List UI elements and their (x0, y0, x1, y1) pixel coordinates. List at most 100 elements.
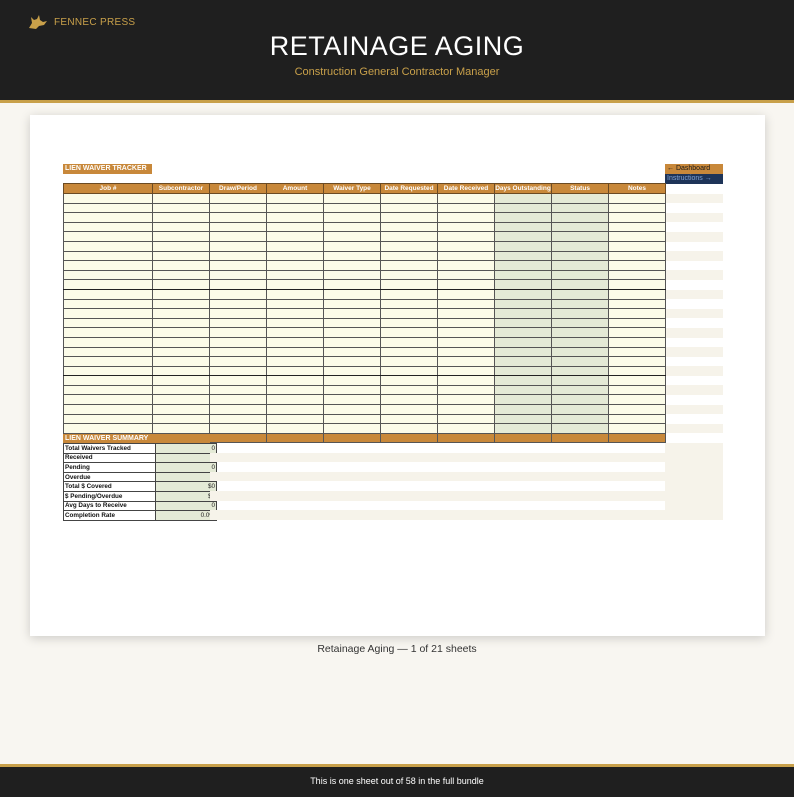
table-cell[interactable] (608, 288, 666, 300)
table-cell[interactable] (380, 317, 438, 329)
table-cell[interactable] (380, 298, 438, 310)
table-cell[interactable] (608, 327, 666, 338)
table-cell[interactable] (437, 356, 495, 367)
table-cell[interactable] (551, 269, 609, 281)
table-cell[interactable] (63, 260, 153, 271)
table-cell[interactable] (494, 356, 552, 367)
table-cell[interactable] (266, 336, 324, 348)
table-cell[interactable] (608, 356, 666, 367)
table-cell[interactable] (608, 212, 666, 223)
table-cell[interactable] (152, 269, 210, 281)
table-cell[interactable] (63, 193, 153, 204)
table-cell[interactable] (266, 384, 324, 396)
table-cell[interactable] (323, 365, 381, 377)
table-cell[interactable] (209, 308, 267, 319)
table-cell[interactable] (266, 212, 324, 223)
table-cell[interactable] (323, 193, 381, 204)
table-cell[interactable] (323, 240, 381, 252)
table-cell[interactable] (551, 346, 609, 358)
table-cell[interactable] (551, 298, 609, 310)
table-cell[interactable] (494, 375, 552, 386)
table-cell[interactable] (209, 231, 267, 242)
table-cell[interactable] (323, 212, 381, 223)
table-cell[interactable] (494, 298, 552, 310)
table-cell[interactable] (551, 375, 609, 386)
table-cell[interactable] (494, 365, 552, 377)
table-cell[interactable] (551, 365, 609, 377)
table-cell[interactable] (152, 317, 210, 329)
table-cell[interactable] (323, 336, 381, 348)
table-cell[interactable] (63, 423, 153, 434)
table-cell[interactable] (494, 327, 552, 338)
table-cell[interactable] (152, 193, 210, 204)
table-cell[interactable] (152, 346, 210, 358)
table-cell[interactable] (266, 193, 324, 204)
table-cell[interactable] (437, 413, 495, 425)
table-cell[interactable] (551, 356, 609, 367)
table-cell[interactable] (323, 423, 381, 434)
table-cell[interactable] (380, 221, 438, 233)
table-cell[interactable] (152, 202, 210, 214)
table-cell[interactable] (551, 260, 609, 271)
table-cell[interactable] (323, 375, 381, 386)
table-cell[interactable] (494, 346, 552, 358)
table-cell[interactable] (323, 404, 381, 415)
table-cell[interactable] (152, 384, 210, 396)
table-cell[interactable] (437, 240, 495, 252)
table-cell[interactable] (63, 221, 153, 233)
table-cell[interactable] (608, 346, 666, 358)
table-cell[interactable] (551, 394, 609, 406)
table-cell[interactable] (608, 250, 666, 262)
table-cell[interactable] (551, 193, 609, 204)
table-cell[interactable] (380, 375, 438, 386)
table-cell[interactable] (494, 202, 552, 214)
table-cell[interactable] (380, 327, 438, 338)
table-cell[interactable] (437, 260, 495, 271)
table-cell[interactable] (551, 384, 609, 396)
table-cell[interactable] (551, 240, 609, 252)
table-cell[interactable] (323, 221, 381, 233)
table-cell[interactable] (266, 413, 324, 425)
table-cell[interactable] (437, 288, 495, 300)
table-cell[interactable] (437, 250, 495, 262)
table-cell[interactable] (152, 394, 210, 406)
table-cell[interactable] (494, 404, 552, 415)
table-cell[interactable] (63, 288, 153, 300)
table-cell[interactable] (152, 365, 210, 377)
table-cell[interactable] (608, 384, 666, 396)
table-cell[interactable] (494, 221, 552, 233)
table-cell[interactable] (437, 317, 495, 329)
table-cell[interactable] (551, 423, 609, 434)
table-cell[interactable] (266, 269, 324, 281)
table-cell[interactable] (437, 279, 495, 290)
table-cell[interactable] (266, 231, 324, 242)
table-cell[interactable] (380, 413, 438, 425)
table-cell[interactable] (437, 298, 495, 310)
table-cell[interactable] (380, 193, 438, 204)
table-cell[interactable] (608, 423, 666, 434)
table-cell[interactable] (608, 269, 666, 281)
table-cell[interactable] (323, 202, 381, 214)
table-cell[interactable] (266, 423, 324, 434)
table-cell[interactable] (494, 413, 552, 425)
table-cell[interactable] (551, 250, 609, 262)
table-cell[interactable] (608, 308, 666, 319)
table-cell[interactable] (323, 384, 381, 396)
table-cell[interactable] (152, 288, 210, 300)
table-cell[interactable] (494, 394, 552, 406)
table-cell[interactable] (437, 365, 495, 377)
table-cell[interactable] (323, 231, 381, 242)
table-cell[interactable] (380, 212, 438, 223)
table-cell[interactable] (209, 260, 267, 271)
table-cell[interactable] (209, 365, 267, 377)
table-cell[interactable] (266, 260, 324, 271)
table-cell[interactable] (551, 413, 609, 425)
table-cell[interactable] (494, 212, 552, 223)
table-cell[interactable] (152, 298, 210, 310)
table-cell[interactable] (209, 240, 267, 252)
table-cell[interactable] (323, 288, 381, 300)
table-cell[interactable] (266, 250, 324, 262)
table-cell[interactable] (437, 231, 495, 242)
table-cell[interactable] (437, 212, 495, 223)
table-cell[interactable] (63, 336, 153, 348)
